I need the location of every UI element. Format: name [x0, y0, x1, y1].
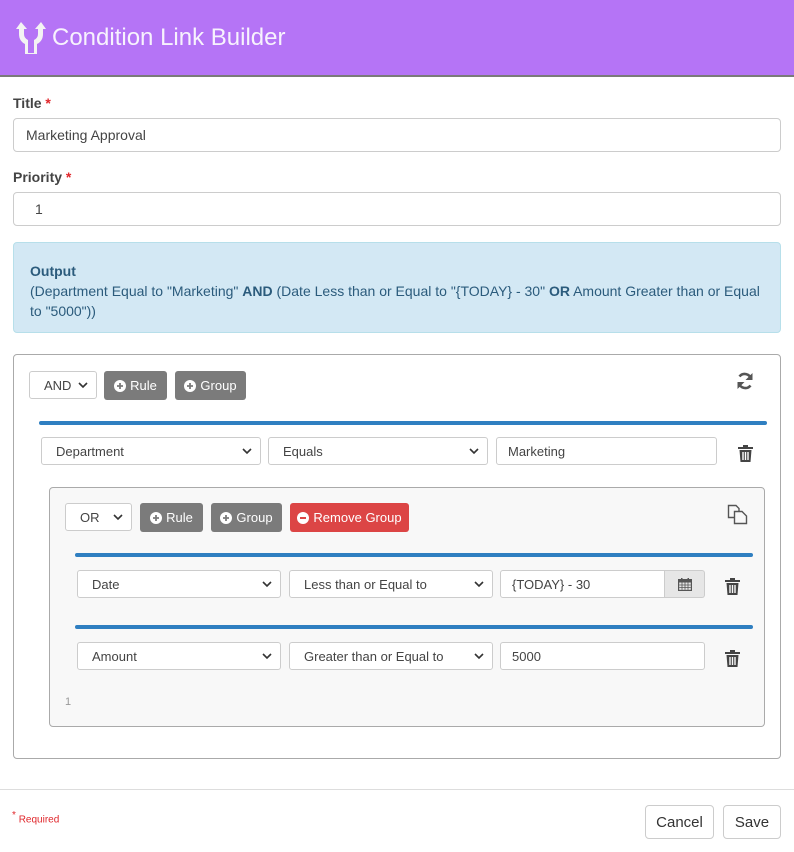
- add-group-button[interactable]: Group: [175, 371, 246, 400]
- rule-value-input[interactable]: {TODAY} - 30: [500, 570, 665, 598]
- add-group-label: Group: [200, 378, 237, 393]
- rule-operator-value: Greater than or Equal to: [304, 648, 444, 664]
- rule-operator-value: Less than or Equal to: [304, 576, 427, 592]
- add-rule-label: Rule: [130, 378, 157, 393]
- title-label: Title *: [13, 95, 51, 111]
- chevron-down-icon: [113, 514, 123, 521]
- required-asterisk: *: [45, 95, 51, 111]
- priority-input[interactable]: [13, 192, 781, 226]
- plus-circle-icon: [220, 511, 233, 524]
- rule-group: OR Rule Group Remove Group Date Less tha…: [49, 487, 765, 727]
- copy-icon[interactable]: [727, 504, 748, 525]
- group-count: 1: [65, 696, 72, 708]
- rule-separator-bar: [75, 625, 753, 629]
- split-arrows-icon: [16, 21, 46, 54]
- output-operator: AND: [242, 283, 273, 299]
- rule-operator-value: Equals: [283, 443, 323, 459]
- plus-circle-icon: [114, 379, 127, 392]
- group-add-rule-button[interactable]: Rule: [140, 503, 203, 532]
- output-expression: (Department Equal to "Marketing" AND (Da…: [30, 283, 760, 319]
- output-heading: Output: [30, 263, 76, 279]
- root-condition-select[interactable]: AND: [29, 371, 97, 399]
- required-text: Required: [18, 814, 60, 826]
- rule-value-text: {TODAY} - 30: [512, 576, 591, 592]
- rule-field-select[interactable]: Amount: [77, 642, 281, 670]
- chevron-down-icon: [474, 581, 484, 588]
- rule-field-value: Amount: [92, 648, 137, 664]
- app-title: Condition Link Builder: [52, 23, 286, 51]
- remove-group-button[interactable]: Remove Group: [290, 503, 409, 532]
- chevron-down-icon: [469, 448, 479, 455]
- remove-group-label: Remove Group: [313, 510, 402, 525]
- save-button[interactable]: Save: [723, 805, 781, 839]
- plus-circle-icon: [184, 379, 197, 392]
- required-note: * Required: [12, 810, 59, 825]
- rule-value-text: 5000: [512, 648, 541, 664]
- chevron-down-icon: [474, 653, 484, 660]
- chevron-down-icon: [262, 581, 272, 588]
- trash-icon[interactable]: [725, 650, 740, 667]
- calendar-icon: [677, 577, 692, 591]
- output-operator: OR: [548, 283, 570, 299]
- rule-operator-select[interactable]: Less than or Equal to: [289, 570, 493, 598]
- date-picker-button[interactable]: [665, 570, 705, 598]
- priority-label: Priority *: [13, 169, 71, 185]
- app-header: Condition Link Builder: [0, 0, 794, 77]
- minus-circle-icon: [297, 511, 310, 524]
- refresh-icon[interactable]: [735, 371, 755, 391]
- rule-field-value: Department: [56, 443, 124, 459]
- rule-operator-select[interactable]: Greater than or Equal to: [289, 642, 493, 670]
- add-rule-label: Rule: [166, 510, 193, 525]
- group-add-group-button[interactable]: Group: [211, 503, 282, 532]
- rule-value-input[interactable]: Marketing: [496, 437, 717, 465]
- plus-circle-icon: [150, 511, 163, 524]
- rule-field-select[interactable]: Date: [77, 570, 281, 598]
- title-input[interactable]: [13, 118, 781, 152]
- root-condition-value: AND: [44, 377, 72, 393]
- trash-icon[interactable]: [725, 578, 740, 595]
- chevron-down-icon: [262, 653, 272, 660]
- rule-value-input[interactable]: 5000: [500, 642, 705, 670]
- output-panel: Output (Department Equal to "Marketing" …: [13, 242, 781, 333]
- output-text: (Department Equal to "Marketing": [30, 283, 243, 299]
- priority-label-text: Priority: [13, 169, 63, 185]
- rule-separator-bar: [39, 421, 767, 425]
- footer-divider: [0, 789, 794, 790]
- rule-separator-bar: [75, 553, 753, 557]
- query-builder: AND Rule Group Department Equals Marketi…: [13, 354, 781, 759]
- rule-field-select[interactable]: Department: [41, 437, 261, 465]
- rule-field-value: Date: [92, 576, 120, 592]
- rule-operator-select[interactable]: Equals: [268, 437, 488, 465]
- group-condition-value: OR: [80, 509, 100, 525]
- chevron-down-icon: [242, 448, 252, 455]
- cancel-button[interactable]: Cancel: [645, 805, 714, 839]
- rule-value-text: Marketing: [508, 443, 566, 459]
- title-label-text: Title: [13, 95, 42, 111]
- chevron-down-icon: [78, 382, 88, 389]
- group-condition-select[interactable]: OR: [65, 503, 132, 531]
- required-asterisk: *: [12, 810, 16, 821]
- add-rule-button[interactable]: Rule: [104, 371, 167, 400]
- required-asterisk: *: [65, 169, 72, 185]
- output-text: (Date Less than or Equal to "{TODAY} - 3…: [272, 283, 549, 299]
- add-group-label: Group: [236, 510, 273, 525]
- trash-icon[interactable]: [738, 445, 753, 462]
